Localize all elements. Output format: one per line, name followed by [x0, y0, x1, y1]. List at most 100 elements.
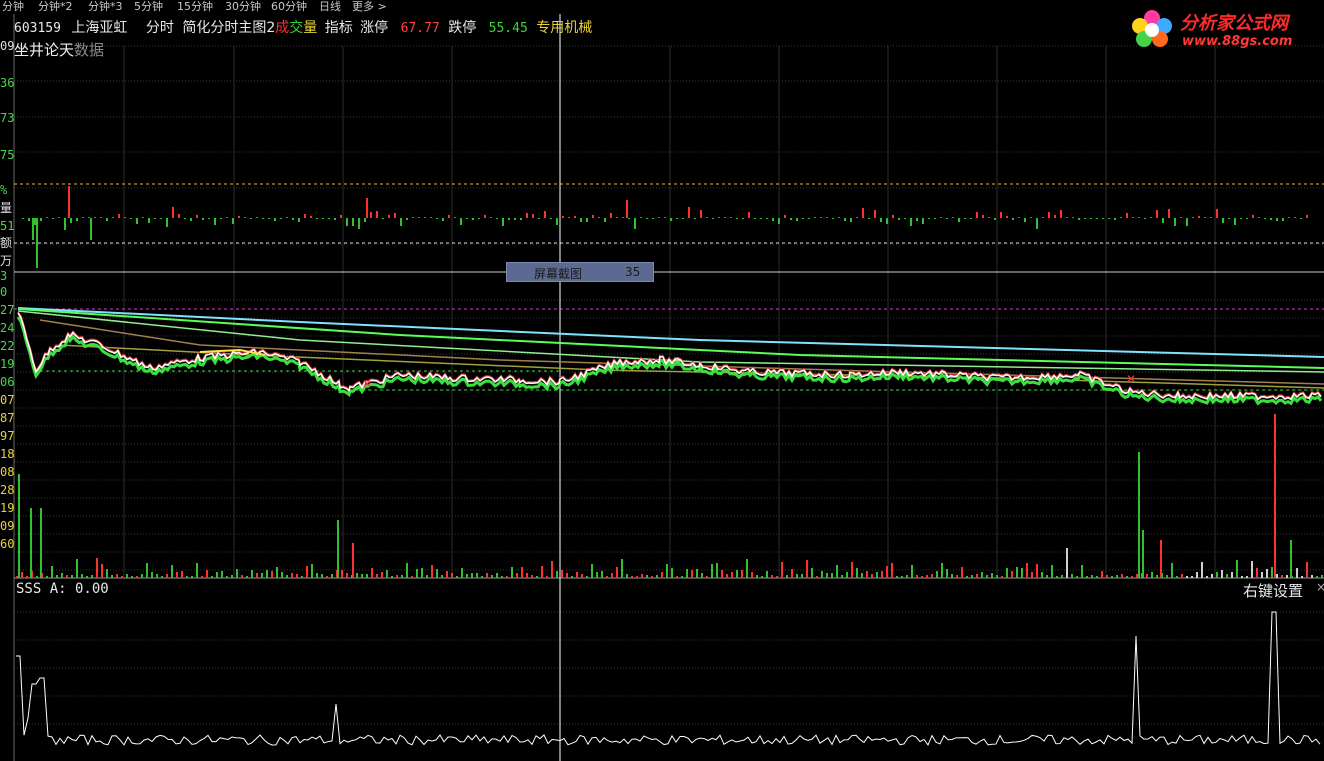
indicator-bar [358, 218, 360, 229]
logo-url[interactable]: www.88gs.com [1182, 34, 1292, 49]
volume-bar [791, 569, 793, 578]
volume-bar [1096, 576, 1098, 578]
indicator-bar [808, 218, 810, 219]
volume-bar [40, 508, 42, 578]
indicator-bar [316, 218, 318, 219]
indicator-bar [1282, 218, 1284, 221]
indicator-bar [166, 218, 168, 227]
indicator-bar [544, 211, 546, 218]
volume-bar [311, 564, 313, 578]
sector-label: 专用机械 [536, 20, 593, 36]
volume-bar [546, 576, 548, 578]
indicator-bar [1096, 218, 1098, 219]
volume-bar [301, 576, 303, 578]
volume-bar [916, 575, 918, 578]
axis-label: 24 [0, 321, 15, 335]
volume-bar [1274, 414, 1276, 578]
volume-bar [931, 574, 933, 578]
volume-bar [816, 576, 818, 578]
volume-bar [426, 575, 428, 578]
indicator-bar [1204, 217, 1206, 218]
indicator-bar [1018, 217, 1020, 218]
volume-bar [936, 571, 938, 578]
volume-bar [241, 575, 243, 578]
volume-bar [1016, 567, 1018, 578]
indicator-bar [298, 218, 300, 222]
indicator-bar [940, 217, 942, 218]
axis-label: 28 [0, 483, 15, 497]
limit-down-label: 跌停 [448, 20, 477, 36]
volume-bar [861, 573, 863, 578]
formula-name[interactable]: 简化分时主图2 [182, 20, 275, 36]
indicator-bar [670, 218, 672, 221]
volume-bar [731, 572, 733, 578]
indicator-bar [1006, 216, 1008, 218]
indicator-bar [448, 215, 450, 218]
indicator-bar [958, 218, 960, 222]
indicator-bar [64, 218, 66, 230]
indicator-bar [136, 218, 138, 224]
site-logo: 分析家公式网 www.88gs.com [1122, 0, 1324, 56]
axis-label: 60 [0, 537, 15, 551]
mode-label[interactable]: 分时 [146, 20, 174, 36]
indicator-bar [1108, 218, 1110, 219]
volume-bar [1106, 575, 1108, 578]
indicator-bar [784, 215, 786, 218]
volume-bar [1211, 574, 1213, 578]
indicator-bar [778, 218, 780, 224]
indicator-bar [1054, 215, 1056, 218]
close-icon[interactable]: × [1316, 580, 1324, 594]
volume-bar [1191, 576, 1193, 578]
indicator-bar [400, 218, 402, 226]
chart-canvas: ✕ ✕ [13, 14, 1324, 761]
volume-bar [111, 575, 113, 578]
volume-bar [636, 576, 638, 578]
volume-bar [656, 575, 658, 578]
indicator-bar [976, 212, 978, 218]
indicator-bar [328, 218, 330, 219]
subheader-data-label[interactable]: 数据 [74, 41, 104, 59]
volume-bar [1201, 562, 1203, 578]
indicator-bar [1252, 215, 1254, 218]
volume-bar [576, 572, 578, 578]
indicator-bar [1036, 218, 1038, 229]
volume-bar [1286, 575, 1288, 578]
volume-bar [721, 570, 723, 578]
axis-label: 19 [0, 357, 15, 371]
indicator-bar [628, 218, 630, 219]
volume-bar [361, 574, 363, 578]
indicator-bar [394, 213, 396, 218]
indicator-bar [442, 218, 444, 221]
volume-bar [1006, 568, 1008, 578]
indicator-bar [730, 217, 732, 218]
volume-bar [1221, 570, 1223, 578]
volume-bar [271, 571, 273, 578]
axis-label: 0 [0, 285, 8, 299]
indicator-label[interactable]: 指标 [325, 20, 353, 36]
right-click-settings-button[interactable]: 右键设置 [1243, 580, 1303, 601]
volume-bar [701, 573, 703, 578]
volume-bar [796, 574, 798, 578]
volume-bar [466, 574, 468, 578]
volume-bar [146, 563, 148, 578]
volume-bar [696, 569, 698, 578]
indicator-bar [592, 215, 594, 218]
volume-bar [831, 573, 833, 578]
volume-bar [1101, 571, 1103, 578]
volume-bar [641, 574, 643, 578]
indicator-bar [82, 217, 84, 218]
volume-bar [1111, 576, 1113, 578]
indicator-bar [622, 217, 624, 218]
volume-bar [526, 573, 528, 578]
volume-bar [596, 572, 598, 578]
volume-bar [1166, 575, 1168, 578]
volume-bar [741, 570, 743, 578]
volume-bar [866, 571, 868, 578]
screenshot-tooltip[interactable]: 屏幕截图 35 [506, 262, 654, 282]
volume-bar [381, 572, 383, 578]
screenshot-label: 屏幕截图 [534, 267, 583, 281]
indicator-bar [646, 218, 648, 219]
volume-bar [521, 567, 523, 578]
volume-bar [451, 573, 453, 578]
indicator-bar [742, 218, 744, 219]
